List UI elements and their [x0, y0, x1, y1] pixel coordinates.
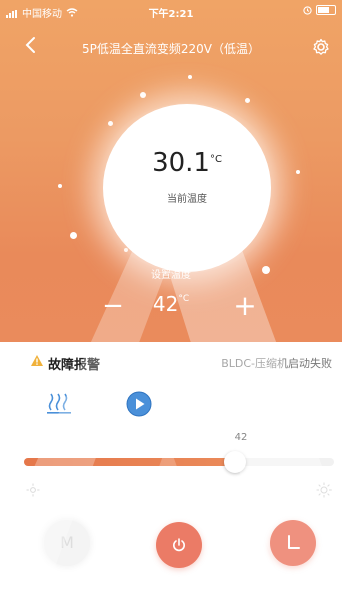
current-temp-circle: 30.1°C 当前温度 [103, 104, 271, 272]
slider-handle[interactable] [223, 451, 246, 473]
nav-bar: 5P低温全直流变频220V（低温） [0, 30, 342, 66]
current-temp-unit: °C [209, 154, 222, 165]
gear-icon[interactable] [312, 38, 330, 60]
timer-button[interactable] [270, 520, 316, 566]
decor-dot [296, 170, 300, 174]
clock-icon [288, 535, 300, 549]
sun-high-icon [316, 482, 332, 502]
status-bar: 中国移动 下午2:21 [0, 0, 342, 22]
increase-temp-button[interactable]: + [230, 292, 260, 320]
page-title: 5P低温全直流变频220V（低温） [82, 42, 260, 56]
set-temperature: 42°C [0, 292, 342, 316]
set-temp-row: − 42°C + [0, 290, 342, 326]
status-time: 下午2:21 [148, 9, 194, 20]
power-button[interactable] [156, 522, 202, 568]
power-icon [173, 538, 185, 552]
current-temp-label: 当前温度 [167, 194, 207, 205]
current-temperature: 30.1°C [103, 148, 271, 178]
slider-value: 42 [234, 432, 248, 443]
fault-alarm-row[interactable]: 故障报警 BLDC-压缩机启动失败 [0, 342, 342, 382]
slider-fill [24, 458, 235, 466]
alarm-label: 故障报警 [48, 358, 101, 373]
sun-low-icon [26, 482, 40, 501]
set-temp-label: 设置温度 [151, 270, 191, 281]
alarm-clock-icon [303, 5, 312, 15]
battery-icon [316, 5, 336, 15]
set-temp-unit: °C [178, 294, 190, 305]
decor-dot [188, 75, 192, 79]
set-temp-value: 42 [152, 292, 179, 316]
mode-button[interactable]: M [44, 520, 90, 566]
decor-dot [58, 184, 62, 188]
current-temp-value: 30.1 [152, 148, 210, 178]
warning-icon [31, 355, 43, 366]
play-icon[interactable] [126, 391, 152, 421]
decor-dot [245, 98, 250, 103]
temperature-slider[interactable] [24, 458, 334, 466]
alarm-message: BLDC-压缩机启动失败 [221, 357, 332, 370]
decor-dot [70, 232, 77, 239]
decor-dot [108, 121, 113, 126]
chevron-left-icon[interactable] [24, 36, 36, 57]
heat-waves-icon[interactable] [46, 392, 72, 418]
decor-dot [140, 92, 146, 98]
